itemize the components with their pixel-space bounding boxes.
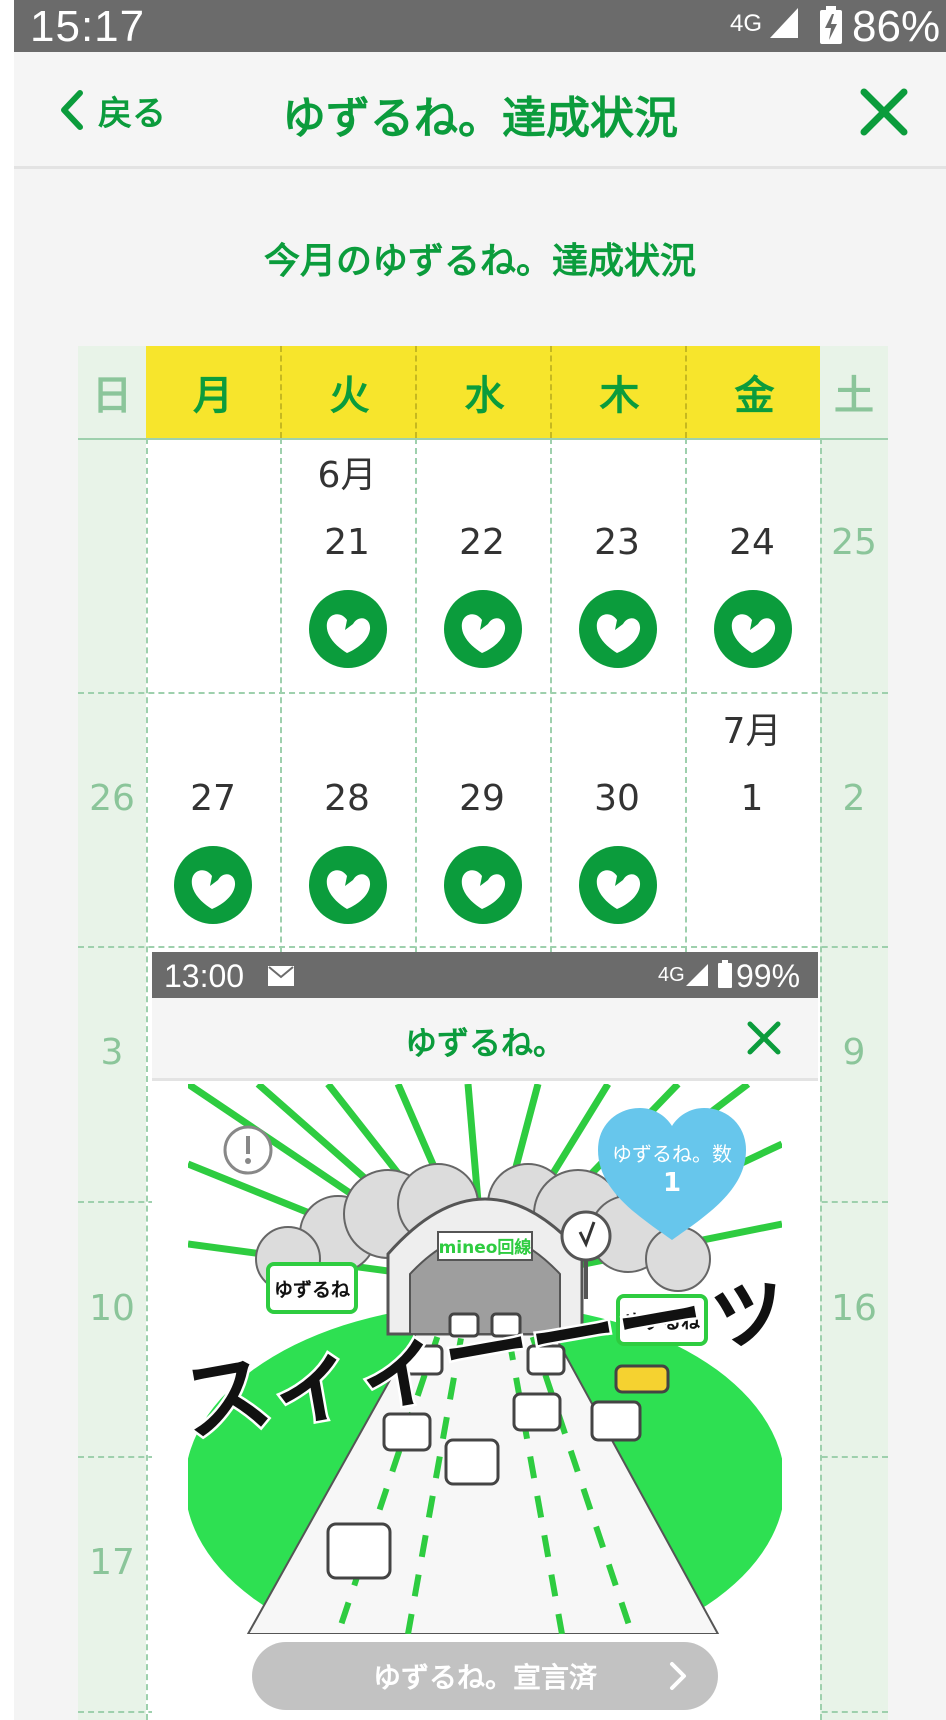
day-27: 27 bbox=[190, 778, 236, 819]
battery-charging-icon bbox=[820, 6, 842, 44]
achieved-heart-icon bbox=[309, 846, 387, 924]
signal-icon bbox=[770, 8, 798, 38]
weekday-sun: 日 bbox=[78, 346, 146, 438]
declare-button-label: ゆずるね。宣言済 bbox=[372, 1661, 597, 1694]
grid-line bbox=[78, 692, 888, 694]
network-type: 4G bbox=[730, 10, 763, 37]
day-2: 2 bbox=[842, 778, 866, 819]
bubble-label: ゆずるね。数 bbox=[612, 1142, 732, 1166]
month-label-july: 7月 bbox=[722, 711, 782, 752]
bubble-value: 1 bbox=[662, 1168, 682, 1198]
status-bar: 15:17 4G 86% bbox=[14, 0, 946, 52]
month-label-june: 6月 bbox=[317, 455, 377, 496]
embedded-network: 4G bbox=[658, 964, 685, 986]
achieved-heart-icon bbox=[579, 590, 657, 668]
achieved-heart-icon bbox=[444, 590, 522, 668]
achieved-heart-icon bbox=[444, 846, 522, 924]
day-23: 23 bbox=[594, 522, 640, 563]
app-screen: 15:17 4G 86% 戻る ゆずるね。達成状況 今月のゆずるね。達成状況 日… bbox=[14, 0, 946, 1720]
banner-text: mineo回線 bbox=[439, 1237, 532, 1258]
weekday-fri: 金 bbox=[685, 346, 822, 438]
highway-illustration: mineo回線 ゆずるね ゆずるね スィィーーーッ ゆずるね。数 1 bbox=[188, 1084, 782, 1634]
status-time: 15:17 bbox=[30, 2, 146, 51]
battery-percent: 86% bbox=[852, 2, 941, 51]
weekday-thu: 木 bbox=[550, 346, 687, 438]
embedded-header: ゆずるね。 bbox=[152, 998, 818, 1081]
day-28: 28 bbox=[324, 778, 370, 819]
mail-icon bbox=[268, 966, 294, 986]
close-icon[interactable] bbox=[746, 1020, 782, 1056]
declare-button[interactable]: ゆずるね。宣言済 bbox=[252, 1642, 718, 1710]
grid-line bbox=[820, 438, 822, 1720]
achieved-heart-icon bbox=[579, 846, 657, 924]
grid-line bbox=[78, 946, 888, 948]
embedded-time: 13:00 bbox=[164, 958, 245, 994]
page-title: ゆずるね。達成状況 bbox=[282, 93, 678, 144]
signal-icon bbox=[686, 964, 708, 986]
embedded-title: ゆずるね。 bbox=[404, 1024, 565, 1062]
weekday-tue: 火 bbox=[280, 346, 417, 438]
app-header: 戻る ゆずるね。達成状況 bbox=[14, 52, 946, 169]
day-29: 29 bbox=[459, 778, 505, 819]
day-30: 30 bbox=[594, 778, 640, 819]
battery-icon bbox=[718, 960, 732, 988]
section-title: 今月のゆずるね。達成状況 bbox=[263, 241, 696, 282]
embedded-status-bar: 13:00 4G 99% bbox=[152, 952, 818, 998]
sign-left-text: ゆずるね bbox=[274, 1279, 350, 1301]
grid-line bbox=[146, 438, 148, 1720]
day-25: 25 bbox=[831, 522, 877, 563]
weekday-mon: 月 bbox=[146, 346, 280, 438]
day-21: 21 bbox=[324, 522, 370, 563]
achieved-heart-icon bbox=[174, 846, 252, 924]
embedded-battery-percent: 99% bbox=[736, 958, 801, 994]
day-22: 22 bbox=[459, 522, 505, 563]
warning-icon[interactable] bbox=[222, 1124, 274, 1176]
weekday-sat: 土 bbox=[820, 346, 888, 438]
achieved-heart-icon bbox=[714, 590, 792, 668]
chevron-right-icon bbox=[670, 1662, 686, 1690]
achieved-heart-icon bbox=[309, 590, 387, 668]
yuzurune-count-bubble: ゆずるね。数 1 bbox=[592, 1104, 752, 1244]
close-icon[interactable] bbox=[858, 86, 910, 138]
embedded-screenshot: 13:00 4G 99% ゆずるね。 mineo回線 ゆずるね ゆずるね スィィ… bbox=[152, 952, 818, 1720]
weekday-wed: 水 bbox=[415, 346, 552, 438]
header-divider bbox=[78, 438, 888, 440]
